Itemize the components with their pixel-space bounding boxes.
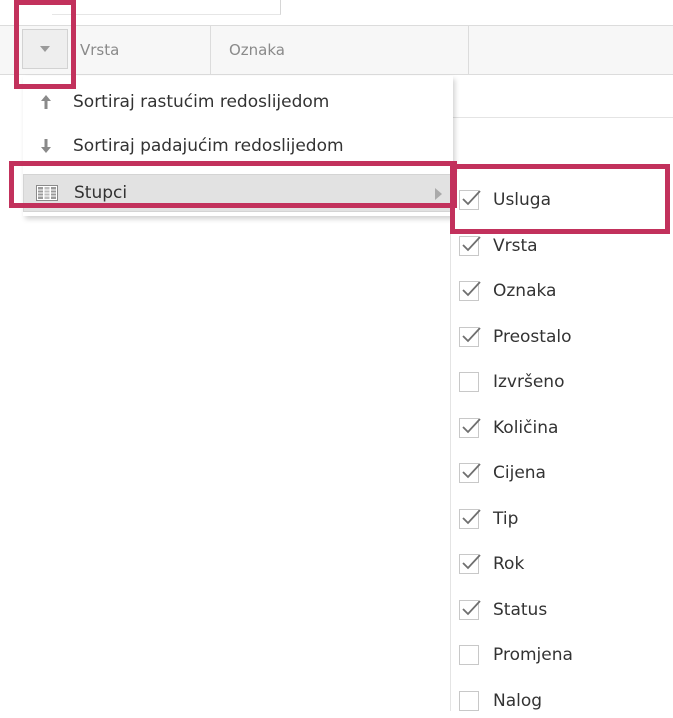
- columns-grid-icon: [36, 185, 58, 201]
- column-toggle-label: Promjena: [493, 645, 573, 665]
- column-checkbox[interactable]: [459, 190, 481, 210]
- column-toggle-item[interactable]: Izvršeno: [459, 365, 564, 399]
- checkmark-icon: [462, 463, 481, 479]
- column-toggle-label: Preostalo: [493, 326, 572, 347]
- column-checkbox[interactable]: [459, 508, 481, 529]
- column-menu: Sortiraj rastućim redoslijedom Sortiraj …: [23, 76, 453, 216]
- filter-field[interactable]: [52, 0, 281, 15]
- header-cell-oznaka[interactable]: Oznaka: [211, 26, 469, 74]
- column-checkbox[interactable]: [459, 463, 481, 483]
- sort-descending-item[interactable]: Sortiraj padajućim redoslijedom: [23, 124, 453, 168]
- checkmark-icon: [462, 508, 481, 524]
- checkmark-icon: [462, 235, 481, 251]
- checkmark-icon: [462, 599, 481, 615]
- column-toggle-item[interactable]: Oznaka: [459, 274, 556, 308]
- checkmark-icon: [462, 190, 481, 206]
- arrow-down-icon: [35, 138, 57, 154]
- caret-down-icon: [40, 46, 50, 52]
- column-toggle-label: Cijena: [493, 463, 546, 483]
- column-toggle-item[interactable]: Rok: [459, 547, 524, 581]
- column-checkbox[interactable]: [459, 372, 479, 392]
- column-toggle-item[interactable]: Nalog: [459, 684, 542, 718]
- checkmark-icon: [462, 417, 481, 433]
- column-toggle-label: Količina: [493, 417, 559, 438]
- columns-menu-label: Stupci: [74, 183, 128, 203]
- column-toggle-label: Oznaka: [493, 281, 557, 301]
- grid-header: Vrsta Oznaka: [0, 25, 673, 75]
- column-toggle-item[interactable]: Cijena: [459, 456, 546, 490]
- column-toggle-item[interactable]: Promjena: [459, 638, 573, 672]
- sort-ascending-label: Sortiraj rastućim redoslijedom: [73, 92, 330, 112]
- column-toggle-item[interactable]: Količina: [459, 411, 558, 445]
- column-toggle-label: Usluga: [493, 190, 552, 210]
- sort-ascending-item[interactable]: Sortiraj rastućim redoslijedom: [23, 80, 453, 124]
- column-toggle-label: Izvršeno: [493, 372, 565, 392]
- grid-row-divider: [450, 117, 673, 118]
- column-toggle-label: Tip: [493, 508, 519, 529]
- column-toggle-label: Status: [493, 599, 548, 620]
- column-checkbox[interactable]: [459, 326, 481, 347]
- columns-submenu: Usluga Vrsta Oznaka Preostalo Izvršeno Količi…: [450, 172, 673, 711]
- column-toggle-item[interactable]: Vrsta: [459, 229, 538, 263]
- arrow-up-icon: [35, 94, 57, 110]
- column-menu-button[interactable]: [22, 29, 68, 69]
- column-toggle-item[interactable]: Status: [459, 593, 547, 627]
- column-toggle-label: Rok: [493, 554, 525, 574]
- sort-descending-label: Sortiraj padajućim redoslijedom: [73, 136, 344, 156]
- column-checkbox[interactable]: [459, 281, 481, 301]
- column-toggle-label: Vrsta: [493, 235, 538, 256]
- column-checkbox[interactable]: [459, 645, 479, 665]
- column-toggle-item[interactable]: Tip: [459, 502, 518, 536]
- column-checkbox[interactable]: [459, 417, 481, 438]
- chevron-right-icon: [435, 188, 442, 200]
- checkmark-icon: [462, 554, 481, 570]
- header-cell-vrsta[interactable]: Vrsta: [66, 26, 211, 74]
- column-toggle-item[interactable]: Usluga: [459, 183, 551, 217]
- column-toggle-item[interactable]: Preostalo: [459, 320, 572, 354]
- column-toggle-label: Nalog: [493, 690, 543, 711]
- column-checkbox[interactable]: [459, 554, 481, 574]
- column-checkbox[interactable]: [459, 599, 481, 620]
- column-checkbox[interactable]: [459, 235, 481, 256]
- checkmark-icon: [462, 281, 481, 297]
- columns-menu-item[interactable]: Stupci: [23, 174, 453, 212]
- checkmark-icon: [462, 326, 481, 342]
- column-checkbox[interactable]: [459, 690, 479, 711]
